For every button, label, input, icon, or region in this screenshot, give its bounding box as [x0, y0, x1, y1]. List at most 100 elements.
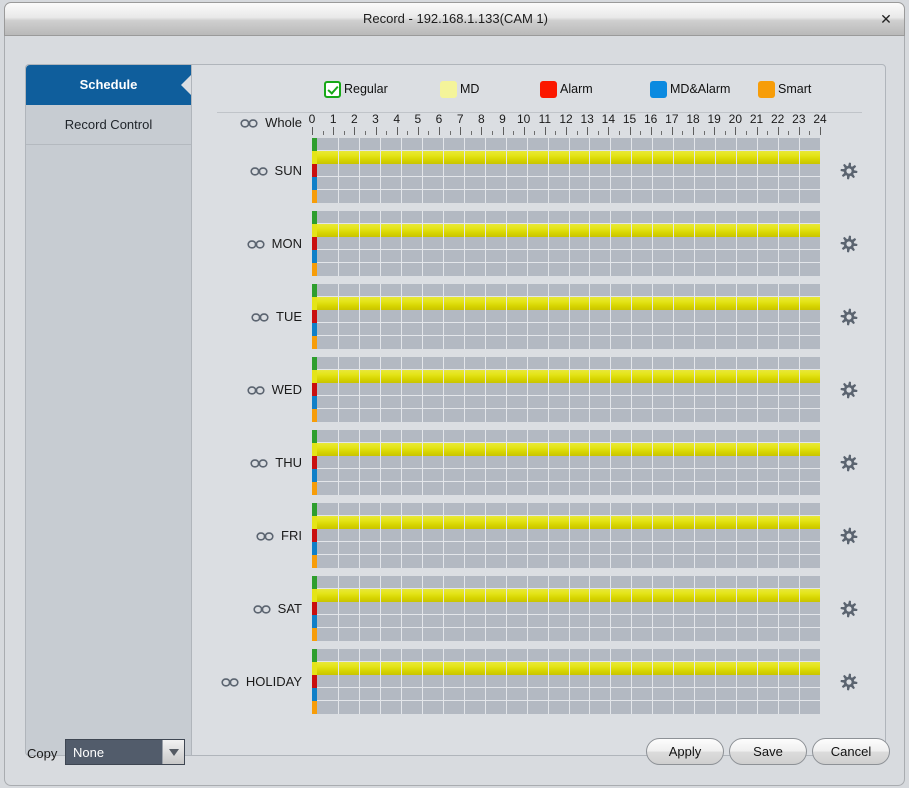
- chevron-down-icon[interactable]: [162, 740, 184, 764]
- legend-item-md[interactable]: MD: [440, 80, 479, 98]
- track-timeline[interactable]: [317, 602, 820, 615]
- link-chain-icon[interactable]: [250, 457, 268, 468]
- track-timeline[interactable]: [317, 503, 820, 516]
- cancel-button[interactable]: Cancel: [812, 738, 890, 765]
- schedule-track-alarm[interactable]: [312, 675, 820, 688]
- link-chain-icon[interactable]: [251, 311, 269, 322]
- track-timeline[interactable]: [317, 310, 820, 323]
- schedule-track-smart[interactable]: [312, 628, 820, 641]
- track-timeline[interactable]: [317, 443, 820, 456]
- schedule-track-md[interactable]: [312, 589, 820, 602]
- gear-icon[interactable]: [840, 308, 858, 326]
- track-timeline[interactable]: [317, 323, 820, 336]
- link-chain-icon[interactable]: [249, 165, 268, 176]
- legend-item-smart[interactable]: Smart: [758, 80, 811, 98]
- legend-item-md-alarm[interactable]: MD&Alarm: [650, 80, 730, 98]
- checkbox-checked-icon[interactable]: [324, 80, 341, 98]
- schedule-track-alarm[interactable]: [312, 383, 820, 396]
- schedule-track-regular[interactable]: [312, 576, 820, 589]
- track-timeline[interactable]: [317, 370, 820, 383]
- track-timeline[interactable]: [317, 430, 820, 443]
- track-timeline[interactable]: [317, 456, 820, 469]
- color-swatch-icon[interactable]: [758, 80, 775, 98]
- link-chain-icon[interactable]: [253, 603, 271, 614]
- track-timeline[interactable]: [317, 469, 820, 482]
- track-timeline[interactable]: [317, 224, 820, 237]
- gear-icon[interactable]: [840, 454, 858, 472]
- schedule-track-md-alarm[interactable]: [312, 396, 820, 409]
- day-schedule-row[interactable]: [312, 138, 820, 203]
- track-timeline[interactable]: [317, 615, 820, 628]
- schedule-track-regular[interactable]: [312, 357, 820, 370]
- gear-icon[interactable]: [840, 235, 858, 253]
- track-timeline[interactable]: [317, 237, 820, 250]
- track-timeline[interactable]: [317, 250, 820, 263]
- gear-icon[interactable]: [840, 381, 858, 399]
- sidebar-item-schedule[interactable]: Schedule: [26, 65, 191, 105]
- schedule-track-alarm[interactable]: [312, 529, 820, 542]
- schedule-track-md-alarm[interactable]: [312, 688, 820, 701]
- schedule-track-smart[interactable]: [312, 409, 820, 422]
- track-timeline[interactable]: [317, 576, 820, 589]
- gear-icon[interactable]: [840, 600, 858, 618]
- color-swatch-icon[interactable]: [540, 80, 557, 98]
- schedule-track-md-alarm[interactable]: [312, 615, 820, 628]
- day-schedule-row[interactable]: [312, 357, 820, 422]
- track-timeline[interactable]: [317, 190, 820, 203]
- track-timeline[interactable]: [317, 701, 820, 714]
- schedule-track-md[interactable]: [312, 662, 820, 675]
- schedule-track-md-alarm[interactable]: [312, 177, 820, 190]
- close-icon[interactable]: ✕: [874, 8, 898, 30]
- schedule-track-md-alarm[interactable]: [312, 250, 820, 263]
- schedule-track-md[interactable]: [312, 370, 820, 383]
- track-timeline[interactable]: [317, 263, 820, 276]
- track-timeline[interactable]: [317, 164, 820, 177]
- schedule-track-md[interactable]: [312, 443, 820, 456]
- schedule-track-md[interactable]: [312, 224, 820, 237]
- schedule-track-regular[interactable]: [312, 211, 820, 224]
- schedule-track-smart[interactable]: [312, 482, 820, 495]
- track-timeline[interactable]: [317, 284, 820, 297]
- legend-item-alarm[interactable]: Alarm: [540, 80, 593, 98]
- track-timeline[interactable]: [317, 357, 820, 370]
- link-chain-icon[interactable]: [240, 117, 258, 128]
- track-timeline[interactable]: [317, 542, 820, 555]
- schedule-track-md[interactable]: [312, 297, 820, 310]
- schedule-track-md-alarm[interactable]: [312, 542, 820, 555]
- track-timeline[interactable]: [317, 589, 820, 602]
- day-schedule-row[interactable]: [312, 430, 820, 495]
- apply-button[interactable]: Apply: [646, 738, 724, 765]
- schedule-track-md[interactable]: [312, 151, 820, 164]
- day-schedule-row[interactable]: [312, 649, 820, 714]
- schedule-track-smart[interactable]: [312, 555, 820, 568]
- track-timeline[interactable]: [317, 555, 820, 568]
- track-timeline[interactable]: [317, 297, 820, 310]
- schedule-track-alarm[interactable]: [312, 237, 820, 250]
- track-timeline[interactable]: [317, 529, 820, 542]
- schedule-track-md-alarm[interactable]: [312, 469, 820, 482]
- link-chain-icon[interactable]: [256, 530, 274, 541]
- link-chain-icon[interactable]: [247, 384, 265, 395]
- track-timeline[interactable]: [317, 383, 820, 396]
- schedule-track-alarm[interactable]: [312, 310, 820, 323]
- schedule-track-regular[interactable]: [312, 649, 820, 662]
- track-timeline[interactable]: [317, 138, 820, 151]
- schedule-track-regular[interactable]: [312, 430, 820, 443]
- schedule-track-regular[interactable]: [312, 284, 820, 297]
- gear-icon[interactable]: [840, 527, 858, 545]
- track-timeline[interactable]: [317, 675, 820, 688]
- day-schedule-row[interactable]: [312, 576, 820, 641]
- schedule-track-regular[interactable]: [312, 503, 820, 516]
- legend-item-regular[interactable]: Regular: [324, 80, 388, 98]
- gear-icon[interactable]: [840, 162, 858, 180]
- schedule-track-md[interactable]: [312, 516, 820, 529]
- track-timeline[interactable]: [317, 482, 820, 495]
- track-timeline[interactable]: [317, 177, 820, 190]
- track-timeline[interactable]: [317, 409, 820, 422]
- schedule-track-alarm[interactable]: [312, 602, 820, 615]
- gear-icon[interactable]: [840, 673, 858, 691]
- schedule-track-smart[interactable]: [312, 336, 820, 349]
- track-timeline[interactable]: [317, 628, 820, 641]
- day-schedule-row[interactable]: [312, 503, 820, 568]
- track-timeline[interactable]: [317, 649, 820, 662]
